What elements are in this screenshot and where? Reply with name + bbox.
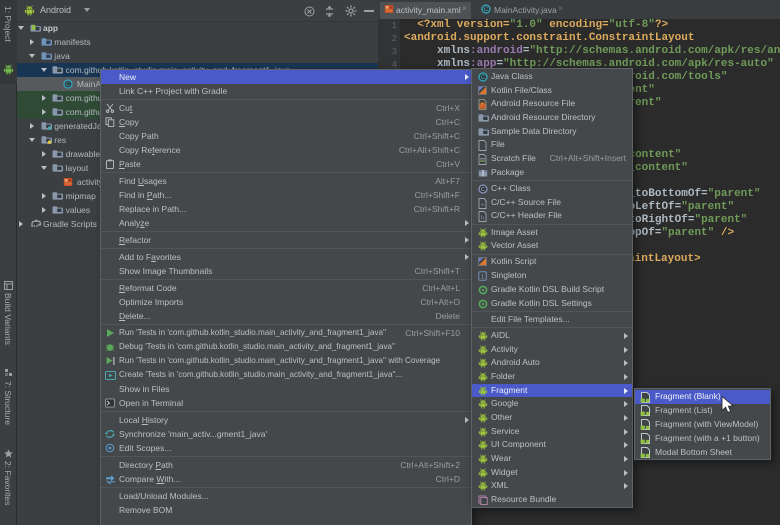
svg-text:h: h bbox=[481, 216, 484, 222]
svg-text:+: + bbox=[481, 202, 484, 208]
svg-text:C: C bbox=[481, 75, 486, 81]
svg-text:C: C bbox=[66, 82, 71, 88]
svg-text:C: C bbox=[484, 7, 489, 13]
svg-text:C: C bbox=[481, 187, 485, 193]
